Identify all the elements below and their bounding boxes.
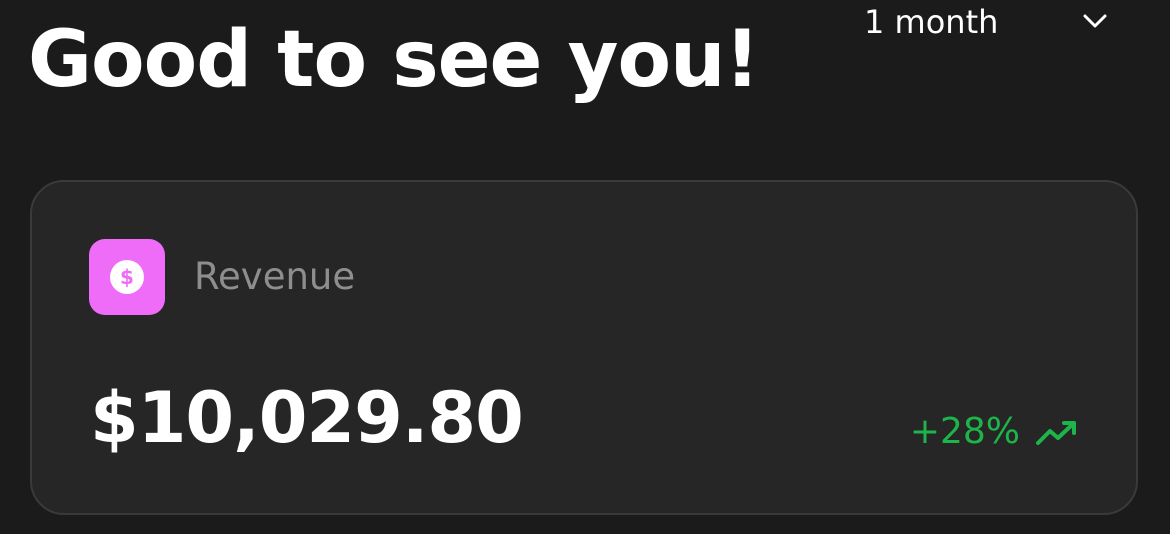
trend-indicator: +28% [910, 410, 1078, 454]
trending-up-icon [1036, 419, 1078, 445]
period-dropdown[interactable]: 1 month [864, 0, 1114, 44]
dollar-circle-icon: $ [110, 260, 144, 294]
card-title: Revenue [194, 255, 356, 298]
period-dropdown-label: 1 month [864, 3, 999, 41]
svg-text:$: $ [120, 265, 134, 289]
revenue-value: $10,029.80 [90, 377, 524, 459]
page-title: Good to see you! [28, 15, 760, 105]
revenue-icon-tile: $ [89, 239, 165, 315]
revenue-card[interactable]: $ Revenue $10,029.80 +28% [30, 180, 1138, 515]
chevron-down-icon [1083, 14, 1107, 28]
trend-percentage: +28% [909, 411, 1020, 452]
